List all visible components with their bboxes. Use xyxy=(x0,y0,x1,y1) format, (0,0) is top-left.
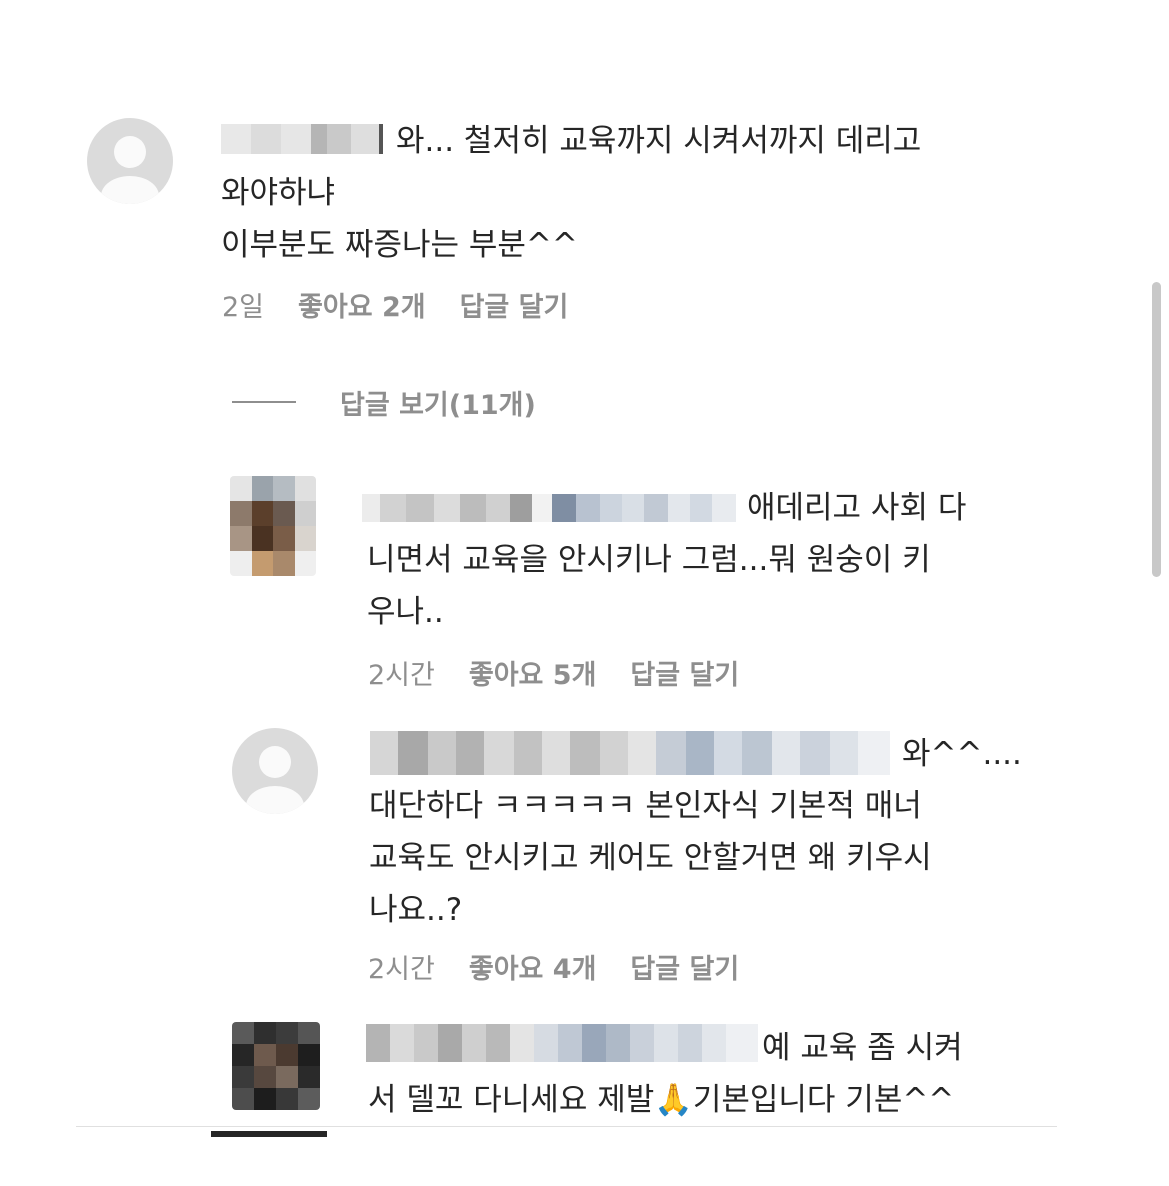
reply-button[interactable]: 답글 달기 xyxy=(630,653,739,692)
comment-time: 2시간 xyxy=(368,659,435,691)
comment-text: 와^^.... 대단하다 ㅋㅋㅋㅋㅋ 본인자식 기본적 매너 교육도 안시키고 … xyxy=(369,736,1022,928)
view-replies-button[interactable]: 답글 보기(11개) xyxy=(232,382,536,422)
comment-time: 2일 xyxy=(222,291,265,323)
likes-count[interactable]: 좋아요 4개 xyxy=(469,947,597,986)
comment-text: 와... 철저히 교육까지 시켜서까지 데리고 와야하냐 이부분도 짜증나는 부… xyxy=(221,123,922,263)
avatar[interactable] xyxy=(87,118,173,204)
comment-meta: 2일 좋아요 2개 답글 달기 xyxy=(222,284,602,324)
reply-button[interactable]: 답글 달기 xyxy=(630,947,739,986)
avatar[interactable] xyxy=(230,476,316,576)
bottom-divider xyxy=(76,1126,1057,1127)
view-replies-label: 답글 보기(11개) xyxy=(340,389,536,421)
scrollbar[interactable] xyxy=(1152,282,1161,577)
divider-line xyxy=(232,401,296,403)
avatar[interactable] xyxy=(232,728,318,814)
user-silhouette-icon xyxy=(259,746,291,778)
avatar[interactable] xyxy=(232,1022,320,1110)
comment-time: 2시간 xyxy=(368,953,435,985)
comment-meta: 2시간 좋아요 5개 답글 달기 xyxy=(368,652,773,692)
user-silhouette-icon xyxy=(114,136,146,168)
comment-text: 예 교육 좀 시켜 서 델꼬 다니세요 제발🙏기본입니다 기본^^ xyxy=(368,1030,963,1118)
comment-meta: 2시간 좋아요 4개 답글 달기 xyxy=(368,946,773,986)
likes-count[interactable]: 좋아요 2개 xyxy=(298,285,426,324)
tab-indicator xyxy=(211,1131,327,1137)
user-body-shape xyxy=(246,786,304,814)
comment-text: 애데리고 사회 다 니면서 교육을 안시키나 그럼...뭐 원숭이 키 우나.. xyxy=(367,490,967,630)
user-body-shape xyxy=(101,176,159,204)
likes-count[interactable]: 좋아요 5개 xyxy=(469,653,597,692)
reply-button[interactable]: 답글 달기 xyxy=(460,285,569,324)
